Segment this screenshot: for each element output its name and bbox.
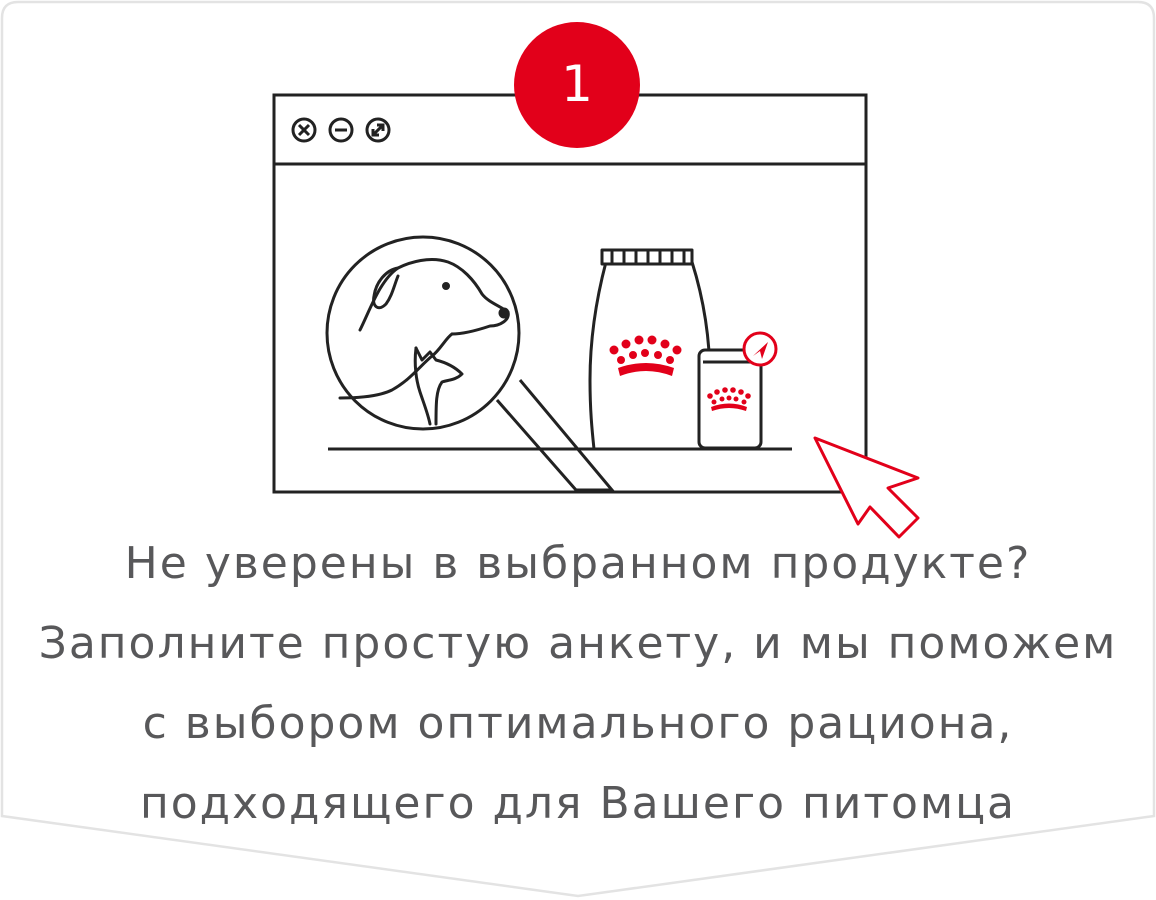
location-pin-icon [742,331,778,367]
step-badge: 1 [514,22,640,148]
message-line: с выбором оптимального рациона, [142,698,1014,749]
maximize-icon [365,117,391,143]
message-text: Не уверены в выбранном продукте? Заполни… [20,524,1136,844]
message-line: Не уверены в выбранном продукте? [124,538,1032,589]
close-icon [291,117,317,143]
food-bag-icon [588,248,712,451]
step-number: 1 [561,55,593,113]
minimize-icon [328,117,354,143]
message-line: подходящего для Вашего питомца [139,778,1017,829]
message-line: Заполните простую анкету, и мы поможем [38,618,1118,669]
